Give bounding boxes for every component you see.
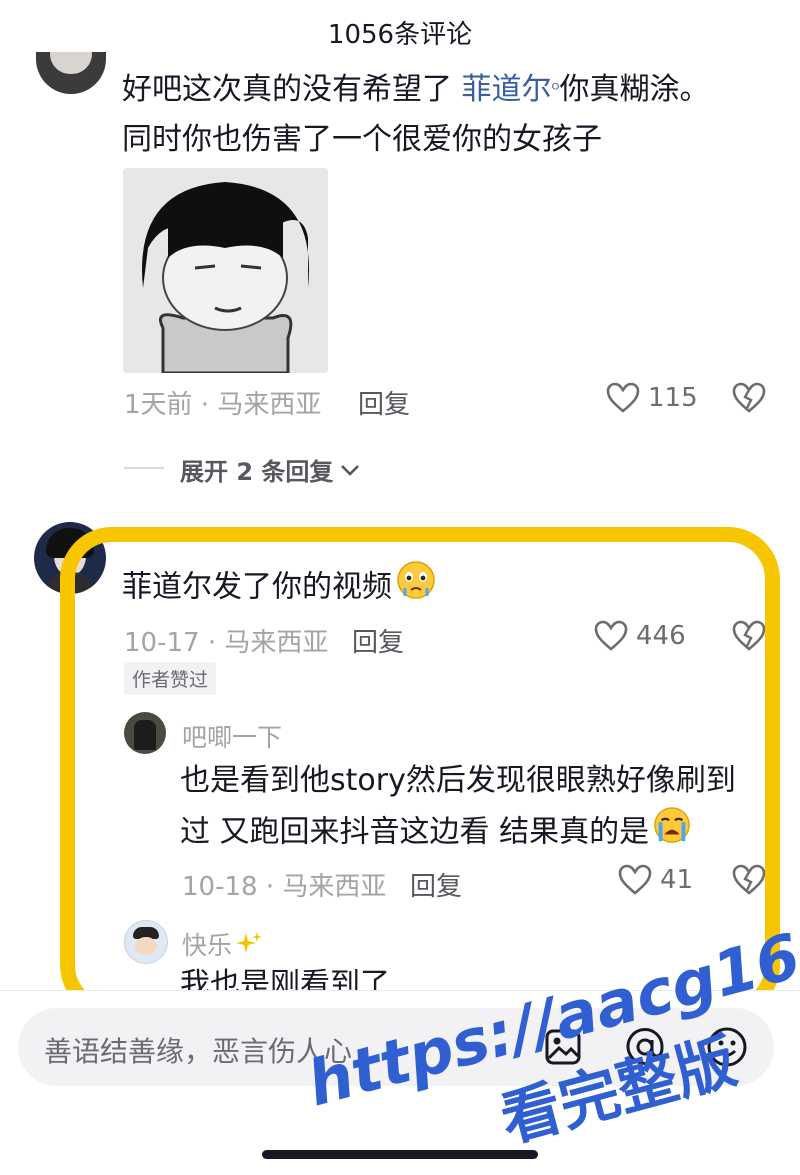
reply-text-line: 过 又跑回来抖音这边看 结果真的是 [180,814,650,850]
broken-heart-icon [732,382,766,413]
comment-text-part: 你真糊涂。 [559,72,710,107]
reply-username[interactable]: 快乐 [182,926,264,962]
reply-text: 也是看到他story然后发现很眼熟好像刷到 过 又跑回来抖音这边看 结果真的是 [180,756,760,860]
dislike-button[interactable] [732,864,766,900]
home-indicator [262,1150,538,1159]
like-count: 446 [636,621,686,651]
broken-heart-icon [732,864,766,895]
reply-button[interactable]: 回复 [352,622,404,659]
heart-icon [618,864,652,895]
meme-face-icon [123,168,328,373]
comment-text: 菲道尔发了你的视频 [122,560,436,616]
broken-heart-icon [732,620,766,651]
comment-date-location: 1天前 · 马来西亚 [124,390,322,420]
mention-link[interactable]: 菲道尔 [462,72,552,107]
avatar[interactable] [36,52,106,94]
heart-icon [606,382,640,413]
comments-count-title: 1056条评论 [327,20,473,50]
loudly-crying-emoji-icon [653,806,691,860]
reply-text-content: 我也是刚看到了 [180,967,390,990]
comment-sticker-image[interactable] [123,168,328,373]
dislike-button[interactable] [732,620,766,656]
comment-text-part: 好吧这次真的没有希望了 [122,72,462,107]
comment-text-line: 同时你也伤害了一个很爱你的女孩子 [122,122,602,157]
expand-replies-button[interactable]: 展开 2 条回复 [180,452,361,487]
author-liked-badge: 作者赞过 [124,662,217,695]
like-count: 115 [648,383,698,413]
reply-text-line: 也是看到他story然后发现很眼熟好像刷到 [180,763,736,798]
like-button[interactable]: 446 [594,620,686,652]
expand-divider [124,467,164,469]
like-button[interactable]: 115 [606,382,698,414]
reply-text: 我也是刚看到了 [180,960,390,990]
avatar[interactable] [124,712,166,754]
expand-replies-label: 展开 2 条回复 [180,458,334,486]
reply-button[interactable]: 回复 [410,866,462,903]
reply-button[interactable]: 回复 [358,384,410,421]
reply-date-location: 10-18 · 马来西亚 [182,872,387,902]
sparkles-icon [236,932,263,953]
crying-emoji-icon [396,560,436,616]
like-button[interactable]: 41 [618,864,693,896]
reply-username-text: 快乐 [182,931,233,960]
reply-username[interactable]: 吧唧一下 [182,718,282,754]
avatar[interactable] [34,522,106,594]
comment-date-location: 10-17 · 马来西亚 [124,628,329,658]
chevron-down-icon [341,464,360,476]
comment-text: 好吧这次真的没有希望了 菲道尔ᴼ你真糊涂。 同时你也伤害了一个很爱你的女孩子 [122,65,762,165]
heart-icon [594,620,628,651]
like-count: 41 [660,865,694,895]
avatar[interactable] [124,920,168,964]
comment-text-content: 菲道尔发了你的视频 [122,569,392,605]
dislike-button[interactable] [732,382,766,418]
